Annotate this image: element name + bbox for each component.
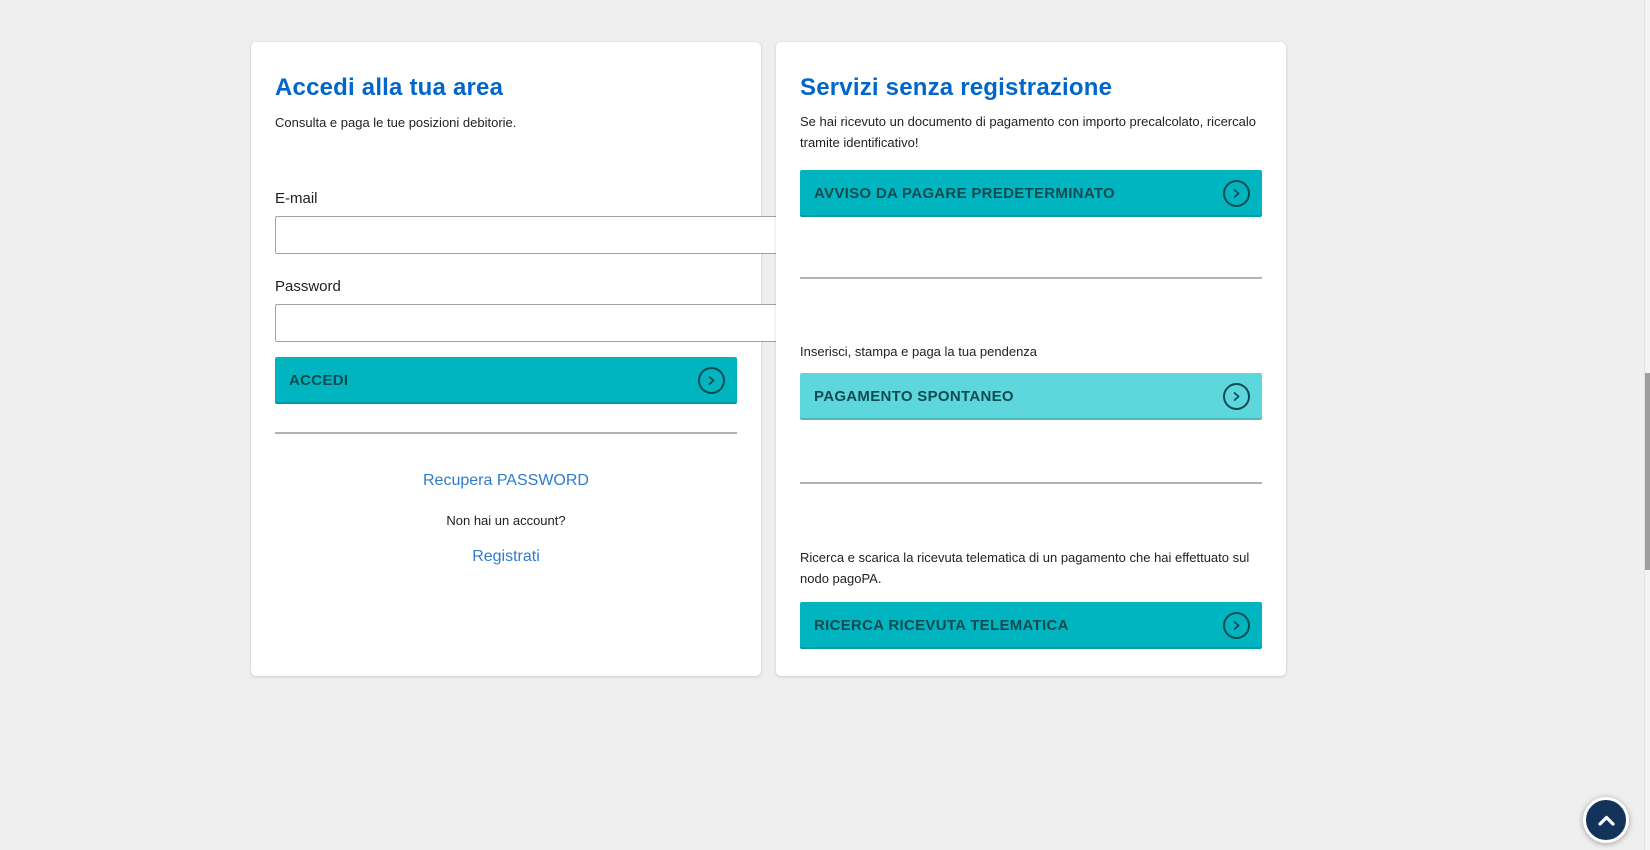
divider [800,482,1262,484]
pagamento-spontaneo-button[interactable]: PAGAMENTO SPONTANEO [800,373,1262,420]
divider [275,432,737,434]
chevron-up-icon [1597,814,1616,827]
services-card-title: Servizi senza registrazione [800,75,1262,101]
login-card-title: Accedi alla tua area [275,75,737,101]
pagamento-spontaneo-button-label: PAGAMENTO SPONTANEO [814,388,1014,405]
login-card-subtitle: Consulta e paga le tue posizioni debitor… [275,112,737,133]
ricerca-ricevuta-button[interactable]: RICERCA RICEVUTA TELEMATICA [800,602,1262,649]
email-input[interactable] [275,216,785,254]
service-description: Se hai ricevuto un documento di pagament… [800,111,1262,153]
register-link[interactable]: Registrati [275,548,737,566]
scrollbar-track[interactable] [1644,0,1650,850]
accedi-button[interactable]: ACCEDI [275,357,737,404]
password-input[interactable] [275,304,785,342]
recover-password-link[interactable]: Recupera PASSWORD [275,472,737,490]
scrollbar-thumb[interactable] [1645,373,1650,570]
no-account-text: Non hai un account? [275,513,737,528]
chevron-right-circle-icon [1223,612,1250,639]
email-label: E-mail [275,190,737,207]
services-card: Servizi senza registrazione Se hai ricev… [776,42,1286,676]
accedi-button-label: ACCEDI [289,372,348,389]
service-description: Ricerca e scarica la ricevuta telematica… [800,547,1262,589]
service-description: Inserisci, stampa e paga la tua pendenza [800,341,1262,362]
ricerca-ricevuta-button-label: RICERCA RICEVUTA TELEMATICA [814,617,1069,634]
divider [800,277,1262,279]
chevron-right-circle-icon [1223,383,1250,410]
login-card: Accedi alla tua area Consulta e paga le … [251,42,761,676]
avviso-da-pagare-button-label: AVVISO DA PAGARE PREDETERMINATO [814,185,1115,202]
scroll-to-top-button[interactable] [1583,797,1629,843]
chevron-right-circle-icon [698,367,725,394]
avviso-da-pagare-button[interactable]: AVVISO DA PAGARE PREDETERMINATO [800,170,1262,217]
chevron-right-circle-icon [1223,180,1250,207]
password-label: Password [275,278,737,295]
